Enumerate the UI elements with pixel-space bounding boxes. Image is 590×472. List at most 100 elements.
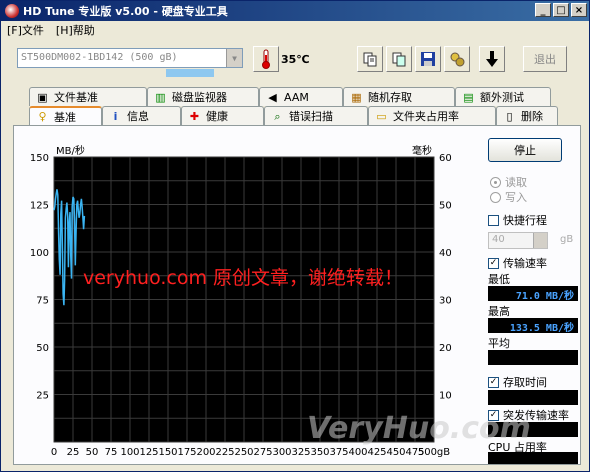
app-icon [5,4,19,18]
maximum-value: 133.5 MB/秒 [488,318,578,334]
x-tick-label: 375 [329,447,348,458]
copy-text-icon[interactable] [357,46,383,72]
y-tick-label-right: 10 [439,391,452,402]
write-radio[interactable]: 写入 [490,189,527,205]
extra-tests-icon: ▤ [463,90,474,104]
minimize-button[interactable]: _ [535,3,551,17]
health-cross-icon: ✚ [189,109,200,123]
temperature-readout: 35℃ [281,53,310,66]
x-tick-label: 75 [105,447,118,458]
y-tick-label-left: 50 [36,343,49,354]
tab-erase[interactable]: ▯ 删除 [496,106,558,125]
write-radio-dot [490,191,501,203]
quick-stroke-unit: gB [560,234,574,245]
x-tick-label: 400 [348,447,367,458]
tab-file-benchmark[interactable]: ▣ 文件基准 [29,87,147,106]
average-value [488,350,578,365]
tab-benchmark[interactable]: ♀ 基准 [29,106,102,125]
tab-random-access[interactable]: ▦ 随机存取 [343,87,455,106]
y-tick-label-left: 100 [30,248,49,259]
x-tick-label: 500gB [418,447,450,458]
x-tick-label: 150 [158,447,177,458]
x-tick-label: 200 [196,447,215,458]
thermometer-icon[interactable] [253,46,279,72]
y-tick-label-left: 25 [36,391,49,402]
save-icon[interactable] [415,46,441,72]
maximum-label: 最高 [488,305,510,318]
tab-disk-monitor[interactable]: ▥ 磁盘监视器 [147,87,259,106]
exit-button[interactable]: 退出 [523,46,567,72]
title-bar[interactable]: HD Tune 专业版 v5.00 - 硬盘专业工具 _ □ × [1,1,589,21]
red-watermark-text: veryhuo.com 原创文章，谢绝转载！ [83,267,404,289]
info-icon: i [113,109,118,123]
spinner-arrows-icon[interactable] [533,233,547,248]
disk-monitor-icon: ▥ [155,90,166,104]
file-benchmark-icon: ▣ [37,90,48,104]
speaker-icon: ◀ [268,90,277,104]
x-tick-label: 0 [51,447,57,458]
x-tick-label: 425 [367,447,386,458]
x-tick-label: 125 [139,447,158,458]
access-time-box: ✓ [488,376,499,388]
tab-info[interactable]: i 信息 [102,106,181,125]
menu-help[interactable]: [H]帮助 [56,22,95,38]
x-tick-label: 225 [215,447,234,458]
transfer-rate-box: ✓ [488,257,499,269]
quick-stroke-box [488,214,499,226]
random-access-icon: ▦ [351,90,362,104]
x-tick-label: 325 [291,447,310,458]
quick-stroke-size[interactable]: 40 [488,232,548,249]
y-tick-label-left: 150 [30,153,49,164]
quick-stroke-checkbox[interactable]: 快捷行程 [488,212,547,228]
read-radio[interactable]: 读取 [490,174,527,190]
minimum-label: 最低 [488,273,510,286]
copy-screenshot-icon[interactable] [386,46,412,72]
benchmark-icon: ♀ [38,110,47,123]
tab-error-scan[interactable]: ⌕ 错误扫描 [264,106,368,125]
x-tick-label: 350 [310,447,329,458]
tab-extra-tests[interactable]: ▤ 额外测试 [455,87,551,106]
chevron-down-icon[interactable]: ▼ [226,49,242,67]
cpu-usage-value [488,452,578,464]
transfer-rate-checkbox[interactable]: ✓ 传输速率 [488,255,547,271]
y-tick-label-right: 40 [439,248,452,259]
x-tick-label: 175 [177,447,196,458]
window-title: HD Tune 专业版 v5.00 - 硬盘专业工具 [23,5,228,18]
magnifier-icon: ⌕ [274,109,281,123]
access-time-checkbox[interactable]: ✓ 存取时间 [488,374,547,390]
close-button[interactable]: × [571,3,587,17]
tab-folder-usage[interactable]: ▭ 文件夹占用率 [368,106,496,125]
y-tick-label-right: 20 [439,343,452,354]
tab-health[interactable]: ✚ 健康 [181,106,264,125]
y-axis-label-right: 毫秒 [412,144,432,157]
x-tick-label: 25 [67,447,80,458]
access-time-value [488,390,578,405]
y-tick-label-right: 50 [439,201,452,212]
minimum-value: 71.0 MB/秒 [488,286,578,302]
tabs-row-top: ▣ 文件基准 ▥ 磁盘监视器 ◀ AAM ▦ 随机存取 ▤ 额外测试 [29,87,551,106]
trash-icon: ▯ [506,109,513,123]
tab-aam[interactable]: ◀ AAM [259,87,343,106]
read-radio-dot [490,176,501,188]
y-tick-label-left: 125 [30,201,49,212]
options-icon[interactable] [444,46,470,72]
x-tick-label: 450 [386,447,405,458]
maximize-button[interactable]: □ [553,3,569,17]
folder-icon: ▭ [376,109,387,123]
x-tick-label: 250 [234,447,253,458]
arrow-down-icon[interactable] [479,46,505,72]
stop-button[interactable]: 停止 [488,138,562,162]
menu-bar: [F]文件 [H]帮助 [1,21,589,39]
grey-watermark-text: VeryHuo.com [307,411,531,446]
drive-select[interactable]: ST500DM002-1BD142 (500 gB) ▼ [17,48,243,68]
y-tick-label-left: 75 [36,296,49,307]
average-label: 平均 [488,337,510,350]
menu-file[interactable]: [F]文件 [7,22,44,38]
y-tick-label-right: 60 [439,153,452,164]
x-tick-label: 300 [272,447,291,458]
drive-activity-bar [166,69,214,77]
x-tick-label: 100 [120,447,139,458]
main-window: HD Tune 专业版 v5.00 - 硬盘专业工具 _ □ × [F]文件 [… [0,0,590,472]
drive-select-value: ST500DM002-1BD142 (500 gB) [21,52,178,63]
x-tick-label: 50 [86,447,99,458]
